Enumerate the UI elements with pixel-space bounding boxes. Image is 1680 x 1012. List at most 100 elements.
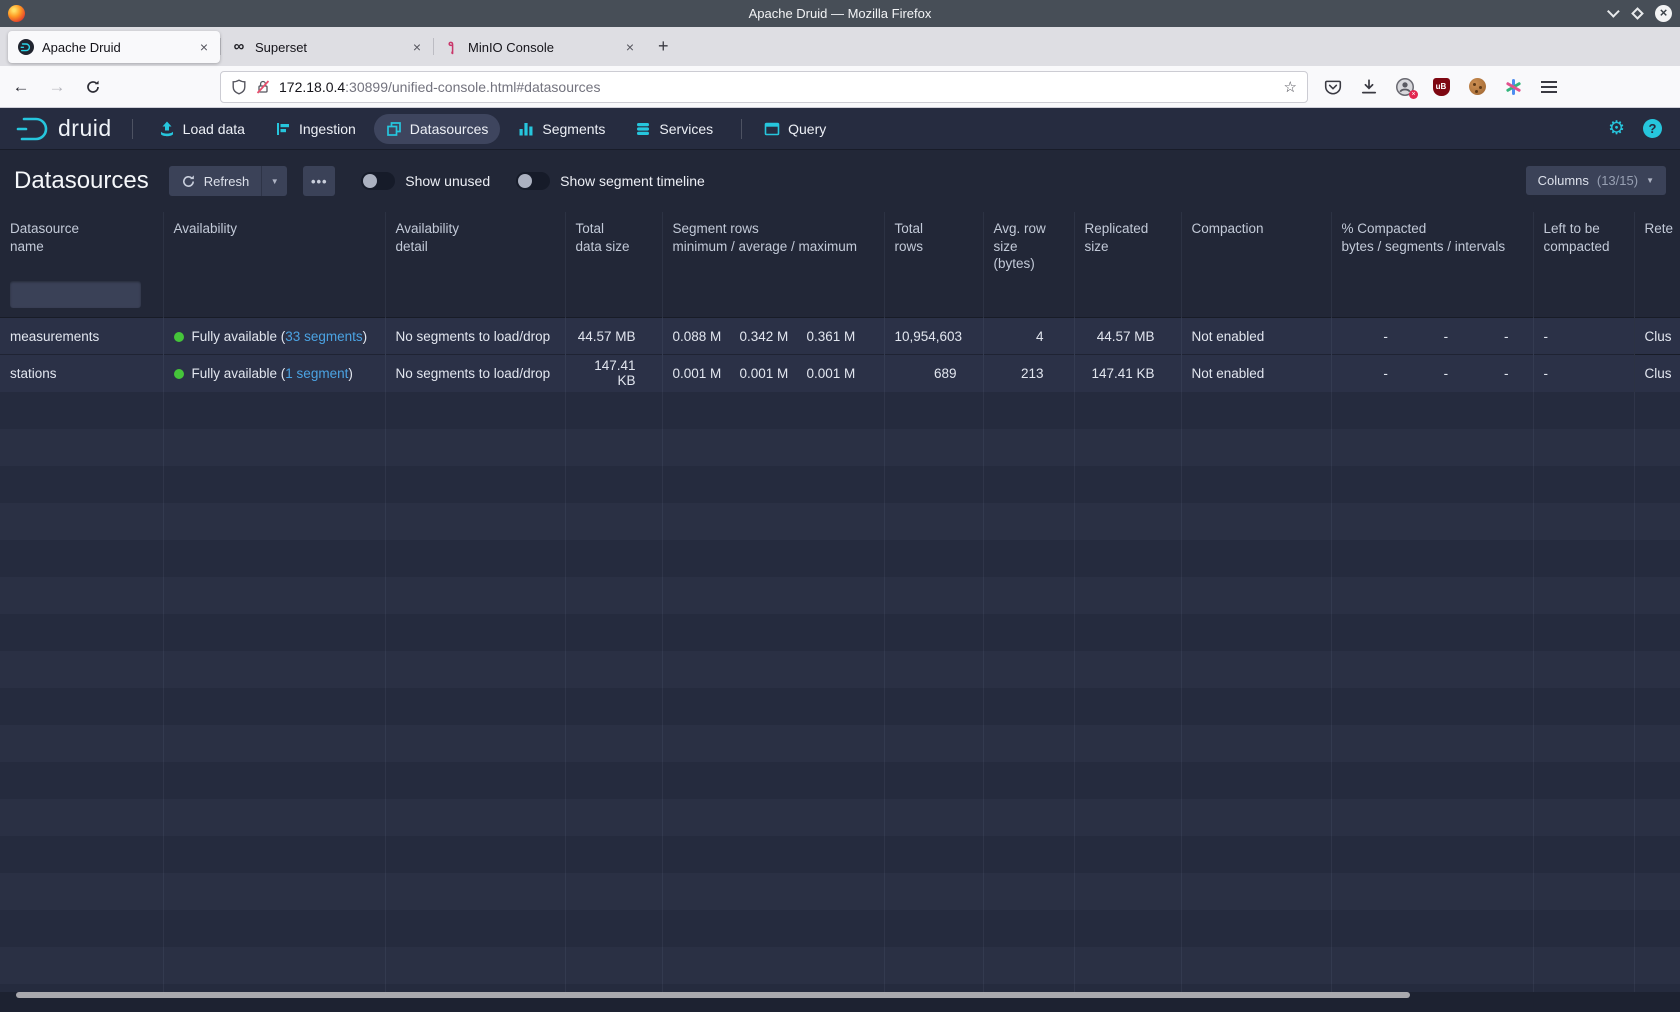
extension-asterisk-button[interactable] bbox=[1502, 76, 1524, 98]
cell-segment-rows: 0.001 M0.001 M0.001 M bbox=[662, 355, 884, 392]
table-header-row: Datasourcename Availability Availability… bbox=[0, 212, 1680, 273]
show-unused-toggle[interactable] bbox=[361, 172, 395, 190]
refresh-dropdown-button[interactable]: ▼ bbox=[261, 166, 287, 196]
segments-link[interactable]: 1 segment bbox=[285, 366, 348, 381]
cookie-extension-button[interactable] bbox=[1466, 76, 1488, 98]
reload-button[interactable] bbox=[78, 72, 108, 102]
chevron-down-icon: ▼ bbox=[1646, 176, 1654, 185]
table-row-empty bbox=[0, 947, 1680, 984]
table-row-empty bbox=[0, 614, 1680, 651]
downloads-button[interactable] bbox=[1358, 76, 1380, 98]
cell-availability-detail: No segments to load/drop bbox=[385, 318, 565, 355]
col-header-replicated-size[interactable]: Replicatedsize bbox=[1074, 212, 1181, 273]
tracking-shield-icon[interactable] bbox=[231, 79, 247, 95]
superset-favicon-icon: ∞ bbox=[231, 39, 247, 55]
back-button[interactable]: ← bbox=[6, 72, 36, 102]
cell-avg-row-size: 4 bbox=[983, 318, 1074, 355]
col-header-datasource-name[interactable]: Datasourcename bbox=[0, 212, 163, 273]
brand-text: druid bbox=[58, 115, 112, 142]
insecure-lock-icon[interactable] bbox=[255, 79, 271, 95]
page-title: Datasources bbox=[14, 167, 149, 195]
datasources-icon bbox=[386, 121, 402, 137]
cell-availability-detail: No segments to load/drop bbox=[385, 355, 565, 392]
ingestion-icon bbox=[275, 121, 291, 137]
ublock-extension-button[interactable]: uB bbox=[1430, 76, 1452, 98]
bookmark-star-icon[interactable]: ☆ bbox=[1284, 78, 1297, 96]
tab-minio-console[interactable]: MinIO Console × bbox=[434, 31, 646, 63]
show-segment-timeline-toggle[interactable] bbox=[516, 172, 550, 190]
tab-apache-druid[interactable]: Apache Druid × bbox=[8, 31, 220, 63]
help-icon[interactable]: ? bbox=[1643, 119, 1662, 138]
tab-label: Superset bbox=[255, 40, 411, 55]
nav-item-datasources[interactable]: Datasources bbox=[374, 114, 501, 144]
tab-close-icon[interactable]: × bbox=[624, 39, 636, 55]
cell-retention: Clus bbox=[1634, 355, 1680, 392]
druid-favicon-icon bbox=[18, 39, 34, 55]
nav-item-ingestion[interactable]: Ingestion bbox=[263, 114, 368, 144]
settings-gear-icon[interactable]: ⚙ bbox=[1608, 119, 1625, 138]
col-header-avg-row-size[interactable]: Avg. row size(bytes) bbox=[983, 212, 1074, 273]
menu-button[interactable] bbox=[1538, 76, 1560, 98]
col-header-availability[interactable]: Availability bbox=[163, 212, 385, 273]
cell-pct-compacted: --- bbox=[1331, 318, 1533, 355]
url-host: 172.18.0.4 bbox=[279, 79, 345, 95]
more-actions-button[interactable]: ••• bbox=[303, 166, 335, 196]
col-header-left-to-be-compacted[interactable]: Left to becompacted bbox=[1533, 212, 1634, 273]
datasource-filter-input[interactable] bbox=[10, 281, 141, 308]
segments-link[interactable]: 33 segments bbox=[285, 329, 362, 344]
account-button[interactable]: × bbox=[1394, 76, 1416, 98]
refresh-button[interactable]: Refresh bbox=[169, 166, 262, 196]
services-icon bbox=[635, 121, 651, 137]
cell-left-to-compact: - bbox=[1533, 355, 1634, 392]
columns-button[interactable]: Columns (13/15) ▼ bbox=[1526, 166, 1666, 195]
druid-logo-icon bbox=[16, 115, 52, 143]
columns-count: (13/15) bbox=[1597, 173, 1638, 188]
druid-brand[interactable]: druid bbox=[16, 115, 112, 143]
window-maximize-icon[interactable] bbox=[1631, 7, 1644, 20]
nav-item-segments[interactable]: Segments bbox=[506, 114, 617, 144]
cell-replicated-size: 147.41 KB bbox=[1074, 355, 1181, 392]
table-row-empty bbox=[0, 466, 1680, 503]
col-header-segment-rows[interactable]: Segment rowsminimum / average / maximum bbox=[662, 212, 884, 273]
nav-item-query[interactable]: Query bbox=[752, 114, 838, 144]
col-header-availability-detail[interactable]: Availabilitydetail bbox=[385, 212, 565, 273]
col-header-pct-compacted[interactable]: % Compactedbytes / segments / intervals bbox=[1331, 212, 1533, 273]
url-bar[interactable]: 172.18.0.4:30899/unified-console.html#da… bbox=[220, 71, 1308, 103]
window-close-icon[interactable]: × bbox=[1655, 5, 1672, 22]
table-row-empty bbox=[0, 577, 1680, 614]
nav-item-label: Services bbox=[659, 121, 713, 137]
cookie-icon bbox=[1469, 78, 1486, 95]
col-header-total-rows[interactable]: Totalrows bbox=[884, 212, 983, 273]
table-row-empty bbox=[0, 503, 1680, 540]
reload-icon bbox=[85, 79, 101, 95]
cell-compaction: Not enabled bbox=[1181, 318, 1331, 355]
tab-close-icon[interactable]: × bbox=[198, 39, 210, 55]
col-header-compaction[interactable]: Compaction bbox=[1181, 212, 1331, 273]
query-icon bbox=[764, 121, 780, 137]
available-dot-icon bbox=[174, 332, 184, 342]
nav-item-load-data[interactable]: Load data bbox=[147, 114, 257, 144]
nav-divider bbox=[741, 119, 742, 139]
tab-superset[interactable]: ∞ Superset × bbox=[221, 31, 433, 63]
show-segment-timeline-label: Show segment timeline bbox=[560, 173, 705, 189]
cell-pct-compacted: --- bbox=[1331, 355, 1533, 392]
col-header-retention[interactable]: Rete bbox=[1634, 212, 1680, 273]
tab-close-icon[interactable]: × bbox=[411, 39, 423, 55]
horizontal-scrollbar[interactable] bbox=[0, 992, 1680, 1012]
table-row-empty bbox=[0, 910, 1680, 947]
horizontal-scrollbar-thumb[interactable] bbox=[16, 992, 1410, 998]
nav-item-services[interactable]: Services bbox=[623, 114, 725, 144]
url-text[interactable]: 172.18.0.4:30899/unified-console.html#da… bbox=[279, 79, 1284, 95]
new-tab-button[interactable]: + bbox=[646, 36, 681, 57]
forward-button[interactable]: → bbox=[42, 72, 72, 102]
cell-compaction: Not enabled bbox=[1181, 355, 1331, 392]
table-row-empty bbox=[0, 688, 1680, 725]
table-row-empty bbox=[0, 762, 1680, 799]
tab-label: Apache Druid bbox=[42, 40, 198, 55]
pocket-button[interactable] bbox=[1322, 76, 1344, 98]
table-row-measurements[interactable]: measurements Fully available (33 segment… bbox=[0, 318, 1680, 355]
browser-toolbar: ← → 172.18.0.4:30899/unified-console.htm… bbox=[0, 66, 1680, 108]
table-row-stations[interactable]: stations Fully available (1 segment) No … bbox=[0, 355, 1680, 392]
col-header-total-data-size[interactable]: Totaldata size bbox=[565, 212, 662, 273]
nav-item-label: Datasources bbox=[410, 121, 489, 137]
